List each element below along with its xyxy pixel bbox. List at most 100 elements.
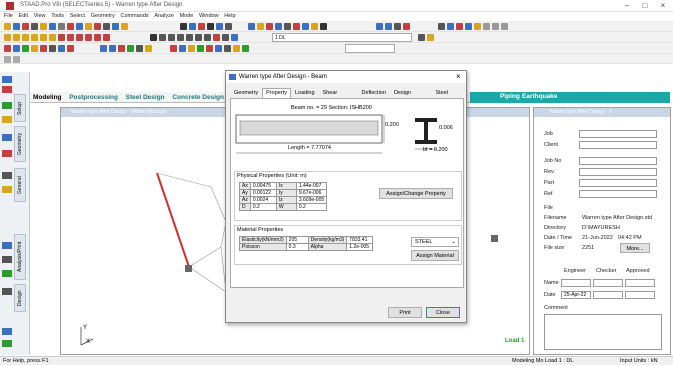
menu-commands[interactable]: Commands xyxy=(121,12,149,21)
side-tab-design[interactable]: Design xyxy=(14,284,26,312)
misc-tools-group[interactable] xyxy=(438,22,508,31)
section-depth-text: 0.200 xyxy=(385,122,399,128)
left-tool-icon[interactable] xyxy=(2,76,12,83)
menu-file[interactable]: File xyxy=(4,12,13,21)
assign-material-button[interactable]: Assign Material xyxy=(411,250,459,261)
left-tool-icon[interactable] xyxy=(2,270,12,277)
client-field[interactable] xyxy=(579,141,657,149)
web-thickness-text: 0.006 xyxy=(439,125,453,131)
part-field[interactable] xyxy=(579,179,657,187)
prop-name: Iz xyxy=(275,196,297,204)
job-field[interactable] xyxy=(579,130,657,138)
side-tab-setup[interactable]: Setup xyxy=(14,94,26,122)
client-label: Client xyxy=(544,142,559,148)
menu-analyze[interactable]: Analyze xyxy=(154,12,174,21)
engineer-name-field[interactable] xyxy=(561,279,591,287)
left-tool-icon[interactable] xyxy=(2,256,12,263)
more-button[interactable]: More... xyxy=(620,243,650,253)
left-tool-icon[interactable] xyxy=(2,186,12,193)
view-combo[interactable] xyxy=(345,44,395,53)
tab-steel-design[interactable]: Steel Design xyxy=(123,92,168,103)
left-tool-icon[interactable] xyxy=(2,288,12,295)
checker-name-field[interactable] xyxy=(593,279,623,287)
left-tool-icon[interactable] xyxy=(2,134,12,141)
table-row: Poisson 0.3 Alpha 1.2e-005 xyxy=(239,243,374,251)
menu-window[interactable]: Window xyxy=(199,12,219,21)
menu-edit[interactable]: Edit xyxy=(19,12,28,21)
side-tab-analysis-print[interactable]: Analysis/Print xyxy=(14,234,26,280)
menu-mode[interactable]: Mode xyxy=(180,12,194,21)
maximize-button[interactable]: □ xyxy=(638,1,652,11)
side-tab-geometry[interactable]: Geometry xyxy=(14,126,26,162)
prop-value: 0.2 xyxy=(249,203,277,211)
tab-concrete-design[interactable]: Concrete Design xyxy=(169,92,227,103)
menu-view[interactable]: View xyxy=(34,12,46,21)
beam-info-text: Beam no. = 29 Section: ISHB200 xyxy=(291,105,372,111)
toolbar-row-2: 1 DL xyxy=(0,32,673,43)
file-tools-group[interactable] xyxy=(4,22,128,31)
assign-property-button[interactable]: Assign/Change Property xyxy=(379,188,453,199)
menu-tools[interactable]: Tools xyxy=(51,12,64,21)
file-label: File xyxy=(544,205,553,211)
display-tools-group[interactable] xyxy=(4,44,74,53)
checker-date-field[interactable] xyxy=(593,291,623,299)
rotate-tools-group[interactable] xyxy=(100,44,152,53)
tab-modeling[interactable]: Modeling xyxy=(30,92,65,103)
menu-select[interactable]: Select xyxy=(70,12,85,21)
job-info-window: Warren type After Design - 1 Job Client … xyxy=(533,107,671,355)
job-no-field[interactable] xyxy=(579,157,657,165)
tab-postprocessing[interactable]: Postprocessing xyxy=(66,92,121,103)
job-no-label: Job No xyxy=(544,158,562,164)
rev-field[interactable] xyxy=(579,168,657,176)
close-window-button[interactable]: × xyxy=(656,1,670,11)
structure-tools-group[interactable] xyxy=(248,22,327,31)
tab-property[interactable]: Property xyxy=(262,88,291,98)
dialog-close-icon[interactable]: × xyxy=(456,72,461,81)
time-value: 04:42 PM xyxy=(618,235,642,241)
load-case-select[interactable]: 1 DL xyxy=(272,33,412,42)
tab-earthquake[interactable]: Earthquake xyxy=(522,93,557,100)
extra-tools-group[interactable] xyxy=(4,55,20,64)
left-tool-icon[interactable] xyxy=(2,150,12,157)
prop-value: 3.609e-005 xyxy=(295,196,328,204)
table-row: Elasticity(kN/mm2) 205 Density(kg/m3) 7833.… xyxy=(239,236,374,244)
side-tab-general[interactable]: General xyxy=(14,168,26,202)
comment-field[interactable] xyxy=(544,314,662,350)
filter-tools-group[interactable] xyxy=(418,33,434,42)
left-tool-icon[interactable] xyxy=(2,340,12,347)
ref-field[interactable] xyxy=(579,190,657,198)
tab-deflection[interactable]: Deflection xyxy=(357,88,389,98)
zoom-tools-group[interactable] xyxy=(150,33,238,42)
property-tab-panel: Beam no. = 29 Section: ISHB200 Length = … xyxy=(230,98,464,288)
tab-design-property[interactable]: Design Property xyxy=(390,88,432,105)
design-tools-group[interactable] xyxy=(376,22,410,31)
tab-piping[interactable]: Piping xyxy=(500,93,520,100)
left-tool-icon[interactable] xyxy=(2,242,12,249)
material-select[interactable]: STEEL ⌄ xyxy=(411,237,459,247)
left-tool-icon[interactable] xyxy=(2,116,12,123)
prop-value: 0.0024 xyxy=(249,196,277,204)
minimize-button[interactable]: – xyxy=(620,1,634,11)
tab-shear-bending[interactable]: Shear Bending xyxy=(319,88,358,105)
left-tool-icon[interactable] xyxy=(2,102,12,109)
tab-steel-design[interactable]: Steel Design xyxy=(431,88,466,105)
close-button[interactable]: Close xyxy=(426,307,460,318)
filesize-label: File size xyxy=(544,245,565,251)
engineer-date-field[interactable]: 25-Apr-22 xyxy=(561,291,591,299)
approved-date-field[interactable] xyxy=(625,291,655,299)
left-tool-icon[interactable] xyxy=(2,328,12,335)
left-tool-icon[interactable] xyxy=(2,86,12,93)
prop-name: Alpha xyxy=(307,243,348,251)
select-tools-group[interactable] xyxy=(4,33,110,42)
print-button[interactable]: Print xyxy=(388,307,422,318)
tab-geometry[interactable]: Geometry xyxy=(230,88,262,98)
tab-loading[interactable]: Loading xyxy=(291,88,319,98)
menu-geometry[interactable]: Geometry xyxy=(91,12,115,21)
view-tools-group[interactable] xyxy=(180,22,232,31)
node-tools-group[interactable] xyxy=(170,44,249,53)
svg-text:Y: Y xyxy=(83,325,87,331)
menu-help[interactable]: Help xyxy=(224,12,235,21)
left-tool-icon[interactable] xyxy=(2,172,12,179)
approved-name-field[interactable] xyxy=(625,279,655,287)
name-label: Name xyxy=(544,280,559,286)
